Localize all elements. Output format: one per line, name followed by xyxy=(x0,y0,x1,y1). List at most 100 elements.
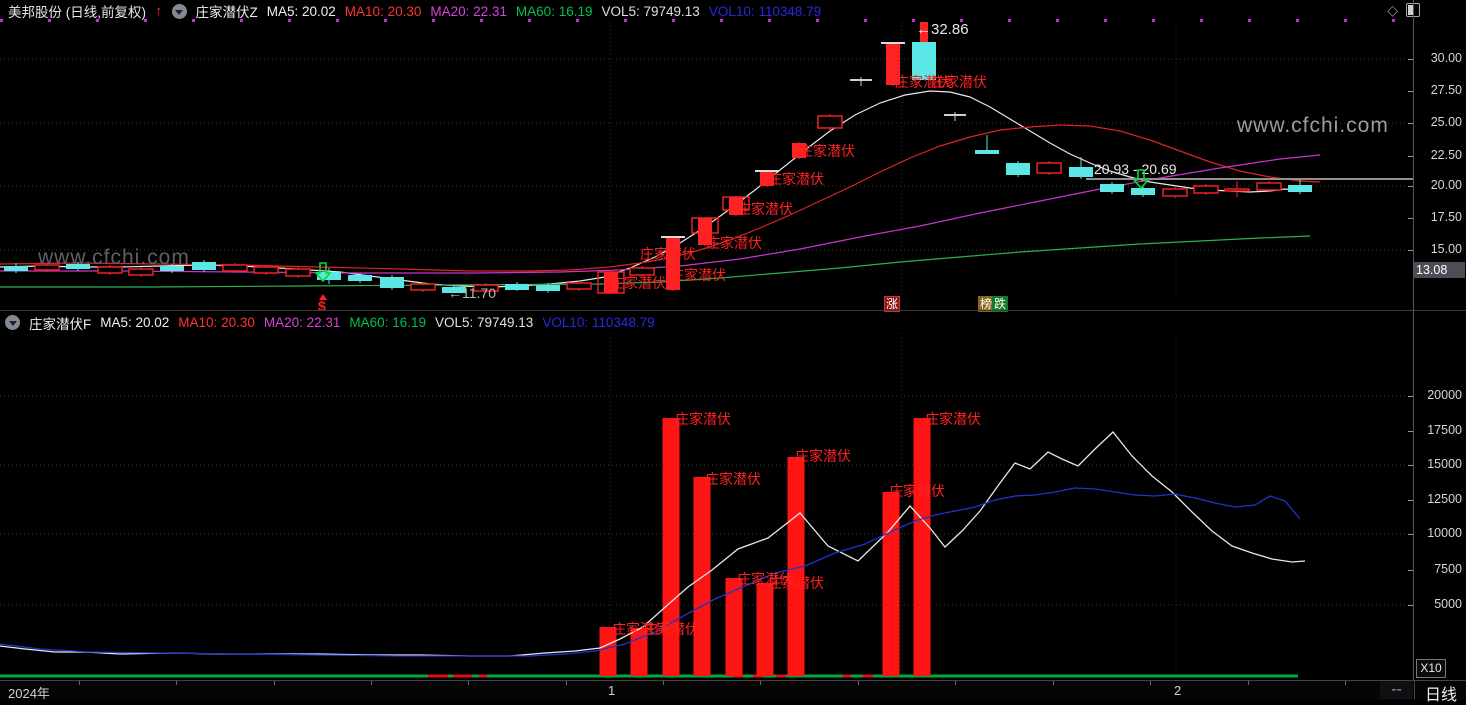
watermark: www.cfchi.com xyxy=(38,246,190,269)
chevron-down-icon xyxy=(175,9,183,15)
axis-tick-label: 27.50 xyxy=(1430,83,1462,97)
candle-down xyxy=(505,284,529,290)
diamond-tool-icon[interactable]: ◇ xyxy=(1387,3,1398,17)
indicator-name: 庄家潜伏Z xyxy=(195,5,258,20)
date-tick xyxy=(1248,681,1249,685)
signal-label: 庄家潜伏 xyxy=(795,448,851,464)
candle-up xyxy=(1193,185,1219,194)
axis-tick xyxy=(1408,186,1413,187)
axis-tick xyxy=(1408,534,1413,535)
candle-down xyxy=(380,277,404,288)
watermark: www.cfchi.com xyxy=(1237,114,1389,137)
high-annotation: ←32.86 xyxy=(916,22,969,38)
date-tick xyxy=(274,681,275,685)
price-range-annotation: 20.93 - 20.69 xyxy=(1094,161,1177,177)
date-tick xyxy=(1345,681,1346,685)
ma5-value: MA5: 20.02 xyxy=(266,3,336,19)
last-value-box: 13.08 xyxy=(1414,262,1465,278)
signal-label: 庄家潜伏 xyxy=(768,575,824,591)
candle-down xyxy=(975,150,999,154)
axis-tick xyxy=(1408,570,1413,571)
signal-label: 庄家潜伏 xyxy=(640,246,696,262)
signal-label: 庄家潜伏 xyxy=(670,267,726,283)
period-selector[interactable]: 日线 xyxy=(1414,681,1466,704)
header-tools: ◇ xyxy=(1387,3,1420,17)
candle-up xyxy=(253,266,279,274)
month-label-jan: 1 xyxy=(608,683,616,698)
low-annotation: ←11.70 xyxy=(448,285,496,301)
axis-tick xyxy=(1408,605,1413,606)
axis-tick xyxy=(1408,218,1413,219)
date-tick xyxy=(663,681,664,685)
signal-label: 庄家潜伏 xyxy=(706,235,762,251)
signal-label: 庄家潜伏 xyxy=(799,143,855,159)
main-candlestick-chart[interactable]: 庄家潜伏庄家潜伏庄家潜伏庄家潜伏庄家潜伏庄家潜伏庄家潜伏庄家潜伏庄家潜伏←32.… xyxy=(0,22,1413,311)
axis-tick-label: 12500 xyxy=(1427,492,1462,506)
candle-up xyxy=(1224,188,1250,192)
candle-down xyxy=(1288,185,1312,192)
date-tick xyxy=(79,681,80,685)
axis-tick-label: 10000 xyxy=(1427,526,1462,540)
up-arrow-icon: ↑ xyxy=(155,2,163,20)
candle-up xyxy=(285,268,311,277)
date-tick xyxy=(1053,681,1054,685)
date-tick xyxy=(176,681,177,685)
axis-tick-label: 17500 xyxy=(1427,423,1462,437)
axis-tick-label: 17.50 xyxy=(1430,210,1462,224)
ma20-value: MA20: 22.31 xyxy=(263,315,341,330)
axis-tick-label: 20.00 xyxy=(1430,178,1462,192)
ma20-value: MA20: 22.31 xyxy=(430,3,507,19)
date-tick xyxy=(955,681,956,685)
scroll-dashes[interactable]: -- xyxy=(1380,681,1413,699)
candle-down xyxy=(4,266,28,271)
axis-tick-label: 5000 xyxy=(1434,597,1462,611)
axis-tick-label: 25.00 xyxy=(1430,115,1462,129)
axis-tick-label: 15000 xyxy=(1427,457,1462,471)
candle-down xyxy=(536,285,560,291)
vol10-value: VOL10: 110348.79 xyxy=(542,315,655,330)
collapse-panel-button[interactable] xyxy=(5,315,20,330)
signal-label: 庄家潜伏 xyxy=(610,275,666,291)
axis-tick-label: 7500 xyxy=(1434,562,1462,576)
indicator-name: 庄家潜伏F xyxy=(29,316,92,332)
year-label: 2024年 xyxy=(8,686,50,701)
signal-volume-bar xyxy=(662,418,680,676)
candle-up xyxy=(222,264,248,272)
axis-tick xyxy=(1408,396,1413,397)
axis-tick-label: 15.00 xyxy=(1430,242,1462,256)
signal-label: 庄家潜伏 xyxy=(768,171,824,187)
candle-up xyxy=(410,283,436,291)
axis-tick xyxy=(1408,250,1413,251)
candle-down xyxy=(1069,167,1093,177)
date-tick xyxy=(468,681,469,685)
date-axis-bar[interactable] xyxy=(0,680,1466,700)
candle-down xyxy=(1100,184,1124,192)
ma5-value: MA5: 20.02 xyxy=(100,315,170,330)
indicator-panel-header: 庄家潜伏F MA5: 20.02 MA10: 20.30 MA20: 22.31… xyxy=(0,312,1417,333)
vol5-value: VOL5: 79749.13 xyxy=(601,3,700,19)
indicator-bar-chart[interactable]: 庄家潜伏庄家潜伏庄家潜伏庄家潜伏庄家潜伏庄家潜伏庄家潜伏庄家潜伏庄家潜伏 xyxy=(0,333,1413,680)
axis-tick xyxy=(1408,465,1413,466)
date-tick xyxy=(1150,681,1151,685)
signal-label: 庄家潜伏 xyxy=(675,411,731,427)
month-label-feb: 2 xyxy=(1174,683,1182,698)
axis-multiplier: X10 xyxy=(1416,659,1446,678)
axis-tick xyxy=(1408,431,1413,432)
chevron-down-icon xyxy=(8,321,17,326)
collapse-panel-button[interactable] xyxy=(171,3,187,19)
axis-tick-label: 22.50 xyxy=(1430,148,1462,162)
axis-tick xyxy=(1408,123,1413,124)
candle-up xyxy=(629,267,655,276)
axis-divider xyxy=(1413,0,1414,680)
candle-down xyxy=(1131,188,1155,195)
ma10-value: MA10: 20.30 xyxy=(344,3,422,19)
axis-tick xyxy=(1408,156,1413,157)
candle-up xyxy=(1256,182,1282,191)
trading-app-window: { "window_title": "美邦股份 (日线,前复权)", "head… xyxy=(0,0,1466,704)
signal-volume-bar xyxy=(913,418,931,676)
candle-up xyxy=(1162,188,1188,197)
signal-label: 庄家潜伏 xyxy=(705,471,761,487)
date-tick xyxy=(371,681,372,685)
date-tick xyxy=(566,681,567,685)
signal-label: 庄家潜伏 xyxy=(737,201,793,217)
